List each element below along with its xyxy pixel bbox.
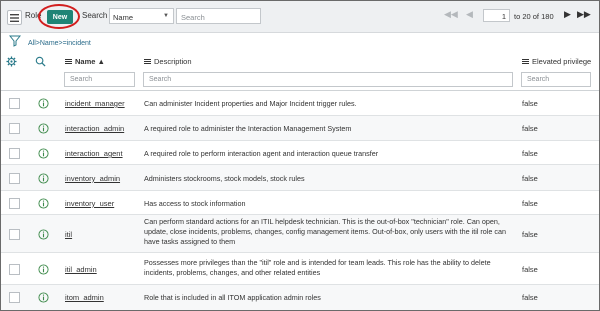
list-view-window: Role New Search Name ▼ Search ◀◀ ◀ 1 to … bbox=[0, 0, 600, 311]
table-row[interactable]: interaction_admin A required role to adm… bbox=[1, 116, 599, 141]
role-name-link[interactable]: inventory_admin bbox=[65, 174, 120, 183]
elevated-filter-input[interactable]: Search bbox=[521, 72, 591, 87]
role-name-link[interactable]: itil_admin bbox=[65, 265, 97, 274]
role-name-link[interactable]: incident_manager bbox=[65, 99, 125, 108]
annotation-highlight-oval bbox=[38, 4, 80, 29]
row-checkbox[interactable] bbox=[9, 148, 20, 159]
table-row[interactable]: itom_admin Role that is included in all … bbox=[1, 285, 599, 310]
column-menu-icon bbox=[144, 58, 151, 65]
elevated-value: false bbox=[522, 293, 538, 302]
column-header-elevated[interactable]: Elevated privilege bbox=[522, 57, 591, 66]
next-page-icon[interactable]: ▶ bbox=[564, 9, 571, 20]
role-description: Administers stockrooms, stock models, st… bbox=[144, 174, 305, 183]
row-checkbox[interactable] bbox=[9, 98, 20, 109]
role-description: Can perform standard actions for an ITIL… bbox=[144, 217, 506, 246]
row-checkbox[interactable] bbox=[9, 264, 20, 275]
column-header-name[interactable]: Name ▲ bbox=[65, 57, 105, 66]
search-input[interactable]: Search bbox=[176, 8, 261, 24]
description-filter-input[interactable]: Search bbox=[143, 72, 513, 87]
list-context-menu-button[interactable] bbox=[7, 10, 22, 25]
info-circle-icon[interactable] bbox=[38, 123, 49, 134]
chevron-down-icon: ▼ bbox=[163, 13, 169, 19]
elevated-value: false bbox=[522, 174, 538, 183]
info-circle-icon[interactable] bbox=[38, 292, 49, 303]
name-filter-input[interactable]: Search bbox=[64, 72, 135, 87]
role-description: A required role to perform interaction a… bbox=[144, 149, 379, 158]
table-row[interactable]: itil_admin Possesses more privileges tha… bbox=[1, 253, 599, 285]
role-name-link[interactable]: inventory_user bbox=[65, 199, 114, 208]
info-circle-icon[interactable] bbox=[38, 98, 49, 109]
list-header-bar: Role New Search Name ▼ Search ◀◀ ◀ 1 to … bbox=[1, 1, 599, 33]
hamburger-menu-icon bbox=[10, 13, 19, 22]
elevated-value: false bbox=[522, 265, 538, 274]
row-checkbox[interactable] bbox=[9, 229, 20, 240]
first-page-icon[interactable]: ◀◀ bbox=[444, 9, 458, 20]
elevated-value: false bbox=[522, 199, 538, 208]
info-circle-icon[interactable] bbox=[38, 173, 49, 184]
row-checkbox[interactable] bbox=[9, 292, 20, 303]
table-row[interactable]: incident_manager Can administer Incident… bbox=[1, 91, 599, 116]
info-circle-icon[interactable] bbox=[38, 148, 49, 159]
table-row[interactable]: inventory_admin Administers stockrooms, … bbox=[1, 165, 599, 191]
last-page-icon[interactable]: ▶▶ bbox=[577, 9, 591, 20]
role-name-link[interactable]: interaction_agent bbox=[65, 149, 123, 158]
elevated-value: false bbox=[522, 230, 538, 239]
search-label: Search bbox=[82, 11, 108, 20]
elevated-value: false bbox=[522, 99, 538, 108]
search-field-select[interactable]: Name ▼ bbox=[109, 8, 174, 24]
table-row[interactable]: itil Can perform standard actions for an… bbox=[1, 215, 599, 253]
column-header-description-label: Description bbox=[154, 57, 192, 66]
row-checkbox[interactable] bbox=[9, 123, 20, 134]
column-header-name-label: Name ▲ bbox=[75, 57, 105, 66]
search-field-value: Name bbox=[113, 13, 134, 22]
role-name-link[interactable]: interaction_admin bbox=[65, 124, 124, 133]
filter-funnel-icon[interactable] bbox=[9, 35, 21, 47]
table-row[interactable]: interaction_agent A required role to per… bbox=[1, 141, 599, 165]
role-name-link[interactable]: itil bbox=[65, 230, 72, 239]
role-description: Possesses more privileges than the "itil… bbox=[144, 258, 491, 277]
previous-page-icon[interactable]: ◀ bbox=[466, 9, 473, 20]
column-menu-icon bbox=[522, 58, 529, 65]
row-checkbox[interactable] bbox=[9, 173, 20, 184]
column-header-elevated-label: Elevated privilege bbox=[532, 57, 592, 66]
role-name-link[interactable]: itom_admin bbox=[65, 293, 104, 302]
role-description: A required role to administer the Intera… bbox=[144, 124, 352, 133]
page-number-input[interactable]: 1 bbox=[483, 9, 510, 22]
elevated-value: false bbox=[522, 149, 538, 158]
table-row[interactable]: inventory_user Has access to stock infor… bbox=[1, 191, 599, 215]
search-icon[interactable] bbox=[35, 56, 46, 67]
info-circle-icon[interactable] bbox=[38, 229, 49, 240]
gear-icon[interactable] bbox=[6, 56, 17, 67]
column-menu-icon bbox=[65, 58, 72, 65]
column-header-description[interactable]: Description bbox=[144, 57, 192, 66]
elevated-value: false bbox=[522, 124, 538, 133]
page-range-text: to 20 of 180 bbox=[514, 12, 554, 21]
info-circle-icon[interactable] bbox=[38, 198, 49, 209]
role-description: Can administer Incident properties and M… bbox=[144, 99, 357, 108]
breadcrumb[interactable]: All>Name>=incident bbox=[28, 40, 91, 47]
role-description: Role that is included in all ITOM applic… bbox=[144, 293, 321, 302]
role-description: Has access to stock information bbox=[144, 199, 246, 208]
info-circle-icon[interactable] bbox=[38, 264, 49, 275]
row-checkbox[interactable] bbox=[9, 198, 20, 209]
